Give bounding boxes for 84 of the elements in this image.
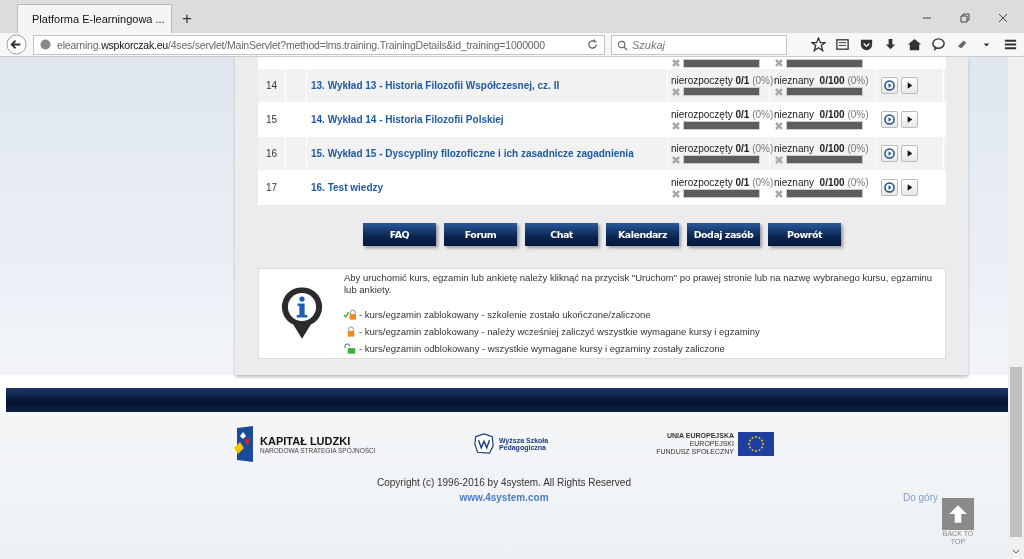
info-text: Aby uruchomić kurs, egzamin lub ankietę należy kliknąć na przycisk "Uruchom" po prawej stronie lub na nazwę wybranego kursu, egzaminu lub ankiety. bbox=[344, 272, 934, 296]
cross-icon bbox=[671, 86, 681, 97]
circled-play-icon bbox=[884, 182, 895, 193]
status-text: nierozpoczęty 0/1 bbox=[671, 74, 750, 86]
status-text: nierozpoczęty 0/1 bbox=[671, 142, 750, 154]
percent-text: (0%) bbox=[847, 108, 869, 120]
circled-play-icon bbox=[884, 148, 895, 159]
course-link[interactable]: 15. Wykład 15 - Dyscypliny filozoficzne i ich zasadnicze zagadnienia bbox=[311, 148, 667, 159]
eu-flag-icon bbox=[738, 432, 774, 456]
reading-list-icon[interactable] bbox=[835, 37, 850, 52]
menu-icon[interactable] bbox=[1003, 37, 1018, 52]
back-icon[interactable] bbox=[6, 34, 27, 55]
play-button[interactable] bbox=[901, 111, 918, 128]
open-lock-icon bbox=[344, 342, 357, 355]
circled-play-icon bbox=[884, 114, 895, 125]
cross-icon bbox=[774, 154, 784, 165]
cross-icon bbox=[774, 120, 784, 131]
cross-icon bbox=[671, 58, 681, 68]
cross-icon bbox=[671, 120, 681, 131]
play-button[interactable] bbox=[901, 179, 918, 196]
arrow-up-icon bbox=[947, 503, 969, 525]
launch-button[interactable] bbox=[881, 179, 898, 196]
percent-text: (0%) bbox=[752, 176, 774, 188]
cross-icon bbox=[774, 58, 784, 68]
legend-text: - kurs/egzamin zablokowany - należy wcześniej zaliczyć wszystkie wymagane kursy i egzaminy bbox=[359, 326, 760, 337]
search-icon bbox=[617, 39, 628, 51]
restore-icon[interactable] bbox=[960, 13, 970, 23]
row-number: 14 bbox=[265, 80, 278, 91]
nav-button[interactable]: FAQ bbox=[363, 223, 436, 246]
home-icon[interactable] bbox=[907, 37, 922, 52]
tab-title: Platforma E-learningowa ... bbox=[32, 13, 165, 25]
percent-text: (0%) bbox=[752, 108, 774, 120]
row-number: 17 bbox=[265, 182, 278, 193]
launch-button[interactable] bbox=[881, 111, 898, 128]
nav-button[interactable]: Kalendarz bbox=[606, 223, 679, 246]
checked-lock-icon bbox=[344, 308, 357, 321]
circled-play-icon bbox=[884, 80, 895, 91]
status-text: nierozpoczęty 0/1 bbox=[671, 176, 750, 188]
course-link[interactable]: 13. Wykład 13 - Historia Filozofii Współczesnej, cz. II bbox=[311, 80, 667, 91]
launch-button[interactable] bbox=[881, 145, 898, 162]
percent-text: (0%) bbox=[752, 74, 774, 86]
launch-button[interactable] bbox=[881, 77, 898, 94]
play-button[interactable] bbox=[901, 77, 918, 94]
cross-icon bbox=[671, 188, 681, 199]
score-text: nieznany 0/100 bbox=[774, 176, 845, 188]
legend-text: - kurs/egzamin odblokowany - wszystkie wymagane kursy i egzaminy zostały zaliczone bbox=[359, 343, 725, 354]
reload-icon[interactable] bbox=[587, 39, 598, 50]
chat-icon[interactable] bbox=[931, 37, 946, 52]
star-icon[interactable] bbox=[811, 37, 826, 52]
course-link[interactable]: 14. Wykład 14 - Historia Filozofii Polskiej bbox=[311, 114, 667, 125]
row-number: 15 bbox=[265, 114, 278, 125]
flag-logo-icon bbox=[234, 426, 254, 462]
copyright-text: Copyright (c) 1996-2016 by 4system. All Rights Reserved bbox=[377, 477, 631, 488]
play-button[interactable] bbox=[901, 145, 918, 162]
browser-tab[interactable]: Platforma E-learningowa ... bbox=[17, 4, 172, 33]
course-link[interactable]: 16. Test wiedzy bbox=[311, 182, 667, 193]
website-link[interactable]: www.4system.com bbox=[459, 492, 549, 503]
status-text: nierozpoczęty 0/1 bbox=[671, 108, 750, 120]
score-text: nieznany 0/100 bbox=[774, 108, 845, 120]
logo-title: KAPITAŁ LUDZKI bbox=[260, 434, 351, 447]
cross-icon bbox=[774, 86, 784, 97]
percent-text: (0%) bbox=[847, 142, 869, 154]
nav-button[interactable]: Forum bbox=[444, 223, 517, 246]
cross-icon bbox=[774, 188, 784, 199]
address-bar[interactable]: elearning.wspkorczak.eu/4ses/servlet/MainServlet?method=lms.training.TrainingDetails&id_training=1000000 bbox=[33, 34, 605, 55]
search-field[interactable]: Szukaj bbox=[611, 34, 787, 55]
percent-text: (0%) bbox=[847, 74, 869, 86]
back-to-top-button[interactable] bbox=[942, 498, 974, 530]
nav-button[interactable]: Powrót bbox=[768, 223, 841, 246]
pocket-icon[interactable] bbox=[859, 37, 874, 52]
percent-text: (0%) bbox=[847, 176, 869, 188]
new-tab-button[interactable]: + bbox=[172, 4, 202, 33]
percent-text: (0%) bbox=[752, 142, 774, 154]
nav-button[interactable]: Chat bbox=[525, 223, 598, 246]
back-to-top-label: Do góry bbox=[903, 492, 938, 503]
map-logo-icon bbox=[472, 433, 495, 455]
legend-text: - kurs/egzamin zablokowany - szkolenie zostało ukończone/zaliczone bbox=[359, 309, 651, 320]
row-number: 16 bbox=[265, 148, 278, 159]
score-text: nieznany 0/100 bbox=[774, 142, 845, 154]
cross-icon bbox=[671, 154, 681, 165]
close-icon[interactable] bbox=[998, 13, 1008, 23]
score-text: nieznany 0/100 bbox=[774, 74, 845, 86]
scroll-down-icon[interactable] bbox=[1012, 549, 1020, 555]
nav-button[interactable]: Dodaj zasób bbox=[687, 223, 760, 246]
